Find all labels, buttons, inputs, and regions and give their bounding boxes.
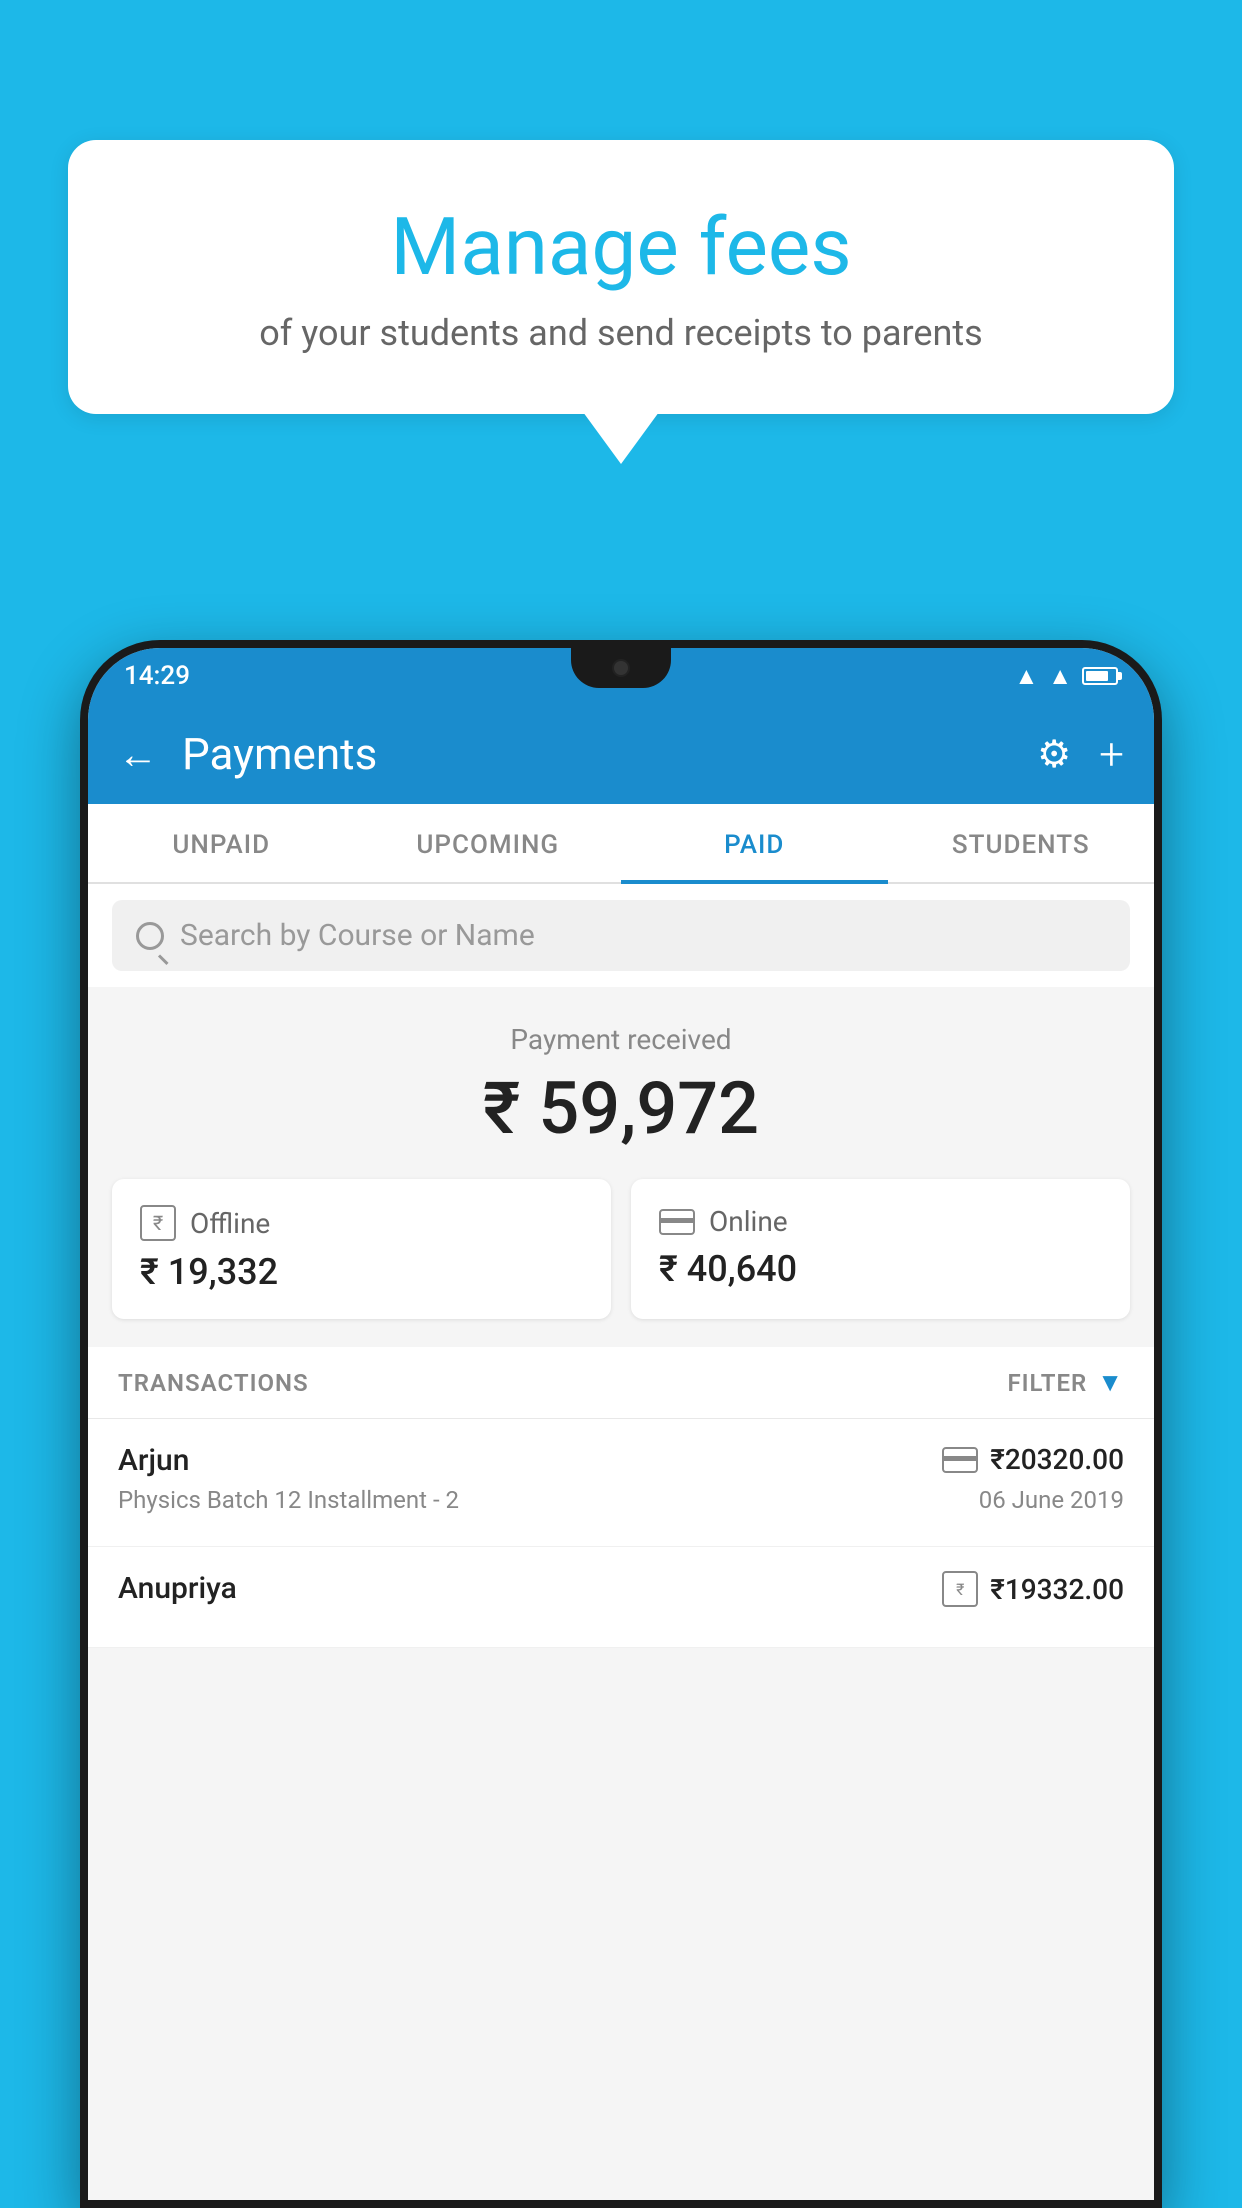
transaction-amount: ₹20320.00 <box>990 1443 1124 1476</box>
notch <box>571 648 671 688</box>
back-button[interactable]: ← <box>118 731 158 778</box>
battery-icon <box>1082 667 1118 685</box>
app-bar-actions: ⚙ + <box>1037 728 1124 780</box>
phone-frame: 14:29 ▲ ▲ ← Payments ⚙ + UNPA <box>80 640 1162 2208</box>
offline-payment-card: ₹ Offline ₹ 19,332 <box>112 1179 611 1319</box>
offline-transaction-icon: ₹ <box>942 1571 978 1607</box>
wifi-icon: ▲ <box>1014 662 1038 691</box>
transactions-header: TRANSACTIONS FILTER ▼ <box>88 1347 1154 1419</box>
transaction-row-top: Arjun ₹20320.00 <box>118 1443 1124 1478</box>
online-card-amount: ₹ 40,640 <box>659 1248 1102 1290</box>
filter-button[interactable]: FILTER ▼ <box>1007 1367 1124 1398</box>
online-card-title: Online <box>709 1205 788 1238</box>
online-transaction-icon <box>942 1447 978 1473</box>
search-input[interactable]: Search by Course or Name <box>180 918 535 953</box>
table-row[interactable]: Anupriya ₹ ₹19332.00 <box>88 1547 1154 1648</box>
status-bar: 14:29 ▲ ▲ <box>88 648 1154 704</box>
tab-upcoming[interactable]: UPCOMING <box>355 804 622 882</box>
table-row[interactable]: Arjun ₹20320.00 Physics Batch 12 Install… <box>88 1419 1154 1547</box>
transaction-row-top: Anupriya ₹ ₹19332.00 <box>118 1571 1124 1607</box>
payment-cards: ₹ Offline ₹ 19,332 Online ₹ 40,640 <box>88 1179 1154 1347</box>
tab-students[interactable]: STUDENTS <box>888 804 1155 882</box>
payment-total-amount: ₹ 59,972 <box>118 1066 1124 1151</box>
transaction-amount-row: ₹ ₹19332.00 <box>942 1571 1124 1607</box>
transaction-date: 06 June 2019 <box>979 1486 1124 1514</box>
transaction-course: Physics Batch 12 Installment - 2 <box>118 1486 459 1514</box>
offline-payment-icon: ₹ <box>140 1205 176 1241</box>
filter-icon: ▼ <box>1097 1367 1124 1398</box>
tabs-container: UNPAID UPCOMING PAID STUDENTS <box>88 804 1154 884</box>
app-bar: ← Payments ⚙ + <box>88 704 1154 804</box>
transaction-amount-row: ₹20320.00 <box>942 1443 1124 1476</box>
phone-inner: 14:29 ▲ ▲ ← Payments ⚙ + UNPA <box>88 648 1154 2200</box>
offline-card-amount: ₹ 19,332 <box>140 1251 583 1293</box>
status-time: 14:29 <box>124 661 190 691</box>
tab-paid[interactable]: PAID <box>621 804 888 882</box>
search-container: Search by Course or Name <box>88 884 1154 987</box>
settings-button[interactable]: ⚙ <box>1037 732 1071 777</box>
transaction-amount: ₹19332.00 <box>990 1573 1124 1606</box>
search-icon <box>136 922 164 950</box>
transaction-list: Arjun ₹20320.00 Physics Batch 12 Install… <box>88 1419 1154 1648</box>
tab-unpaid[interactable]: UNPAID <box>88 804 355 882</box>
add-button[interactable]: + <box>1099 728 1124 780</box>
status-icons: ▲ ▲ <box>1014 662 1118 691</box>
speech-bubble-container: Manage fees of your students and send re… <box>68 140 1174 414</box>
online-payment-card: Online ₹ 40,640 <box>631 1179 1130 1319</box>
offline-card-title: Offline <box>190 1207 270 1240</box>
payment-received-label: Payment received <box>118 1023 1124 1056</box>
speech-bubble: Manage fees of your students and send re… <box>68 140 1174 414</box>
transaction-name: Arjun <box>118 1443 189 1478</box>
transaction-name: Anupriya <box>118 1571 237 1606</box>
app-title: Payments <box>182 728 1013 780</box>
battery-fill <box>1086 671 1108 681</box>
filter-label: FILTER <box>1007 1369 1087 1397</box>
speech-bubble-subtext: of your students and send receipts to pa… <box>138 312 1104 354</box>
online-payment-icon <box>659 1209 695 1235</box>
transactions-label: TRANSACTIONS <box>118 1369 309 1397</box>
signal-icon: ▲ <box>1048 662 1072 691</box>
payment-summary: Payment received ₹ 59,972 <box>88 987 1154 1179</box>
speech-bubble-heading: Manage fees <box>138 200 1104 294</box>
camera-dot <box>612 659 630 677</box>
transaction-row-bottom: Physics Batch 12 Installment - 2 06 June… <box>118 1486 1124 1514</box>
search-bar[interactable]: Search by Course or Name <box>112 900 1130 971</box>
online-card-header: Online <box>659 1205 1102 1238</box>
offline-card-header: ₹ Offline <box>140 1205 583 1241</box>
